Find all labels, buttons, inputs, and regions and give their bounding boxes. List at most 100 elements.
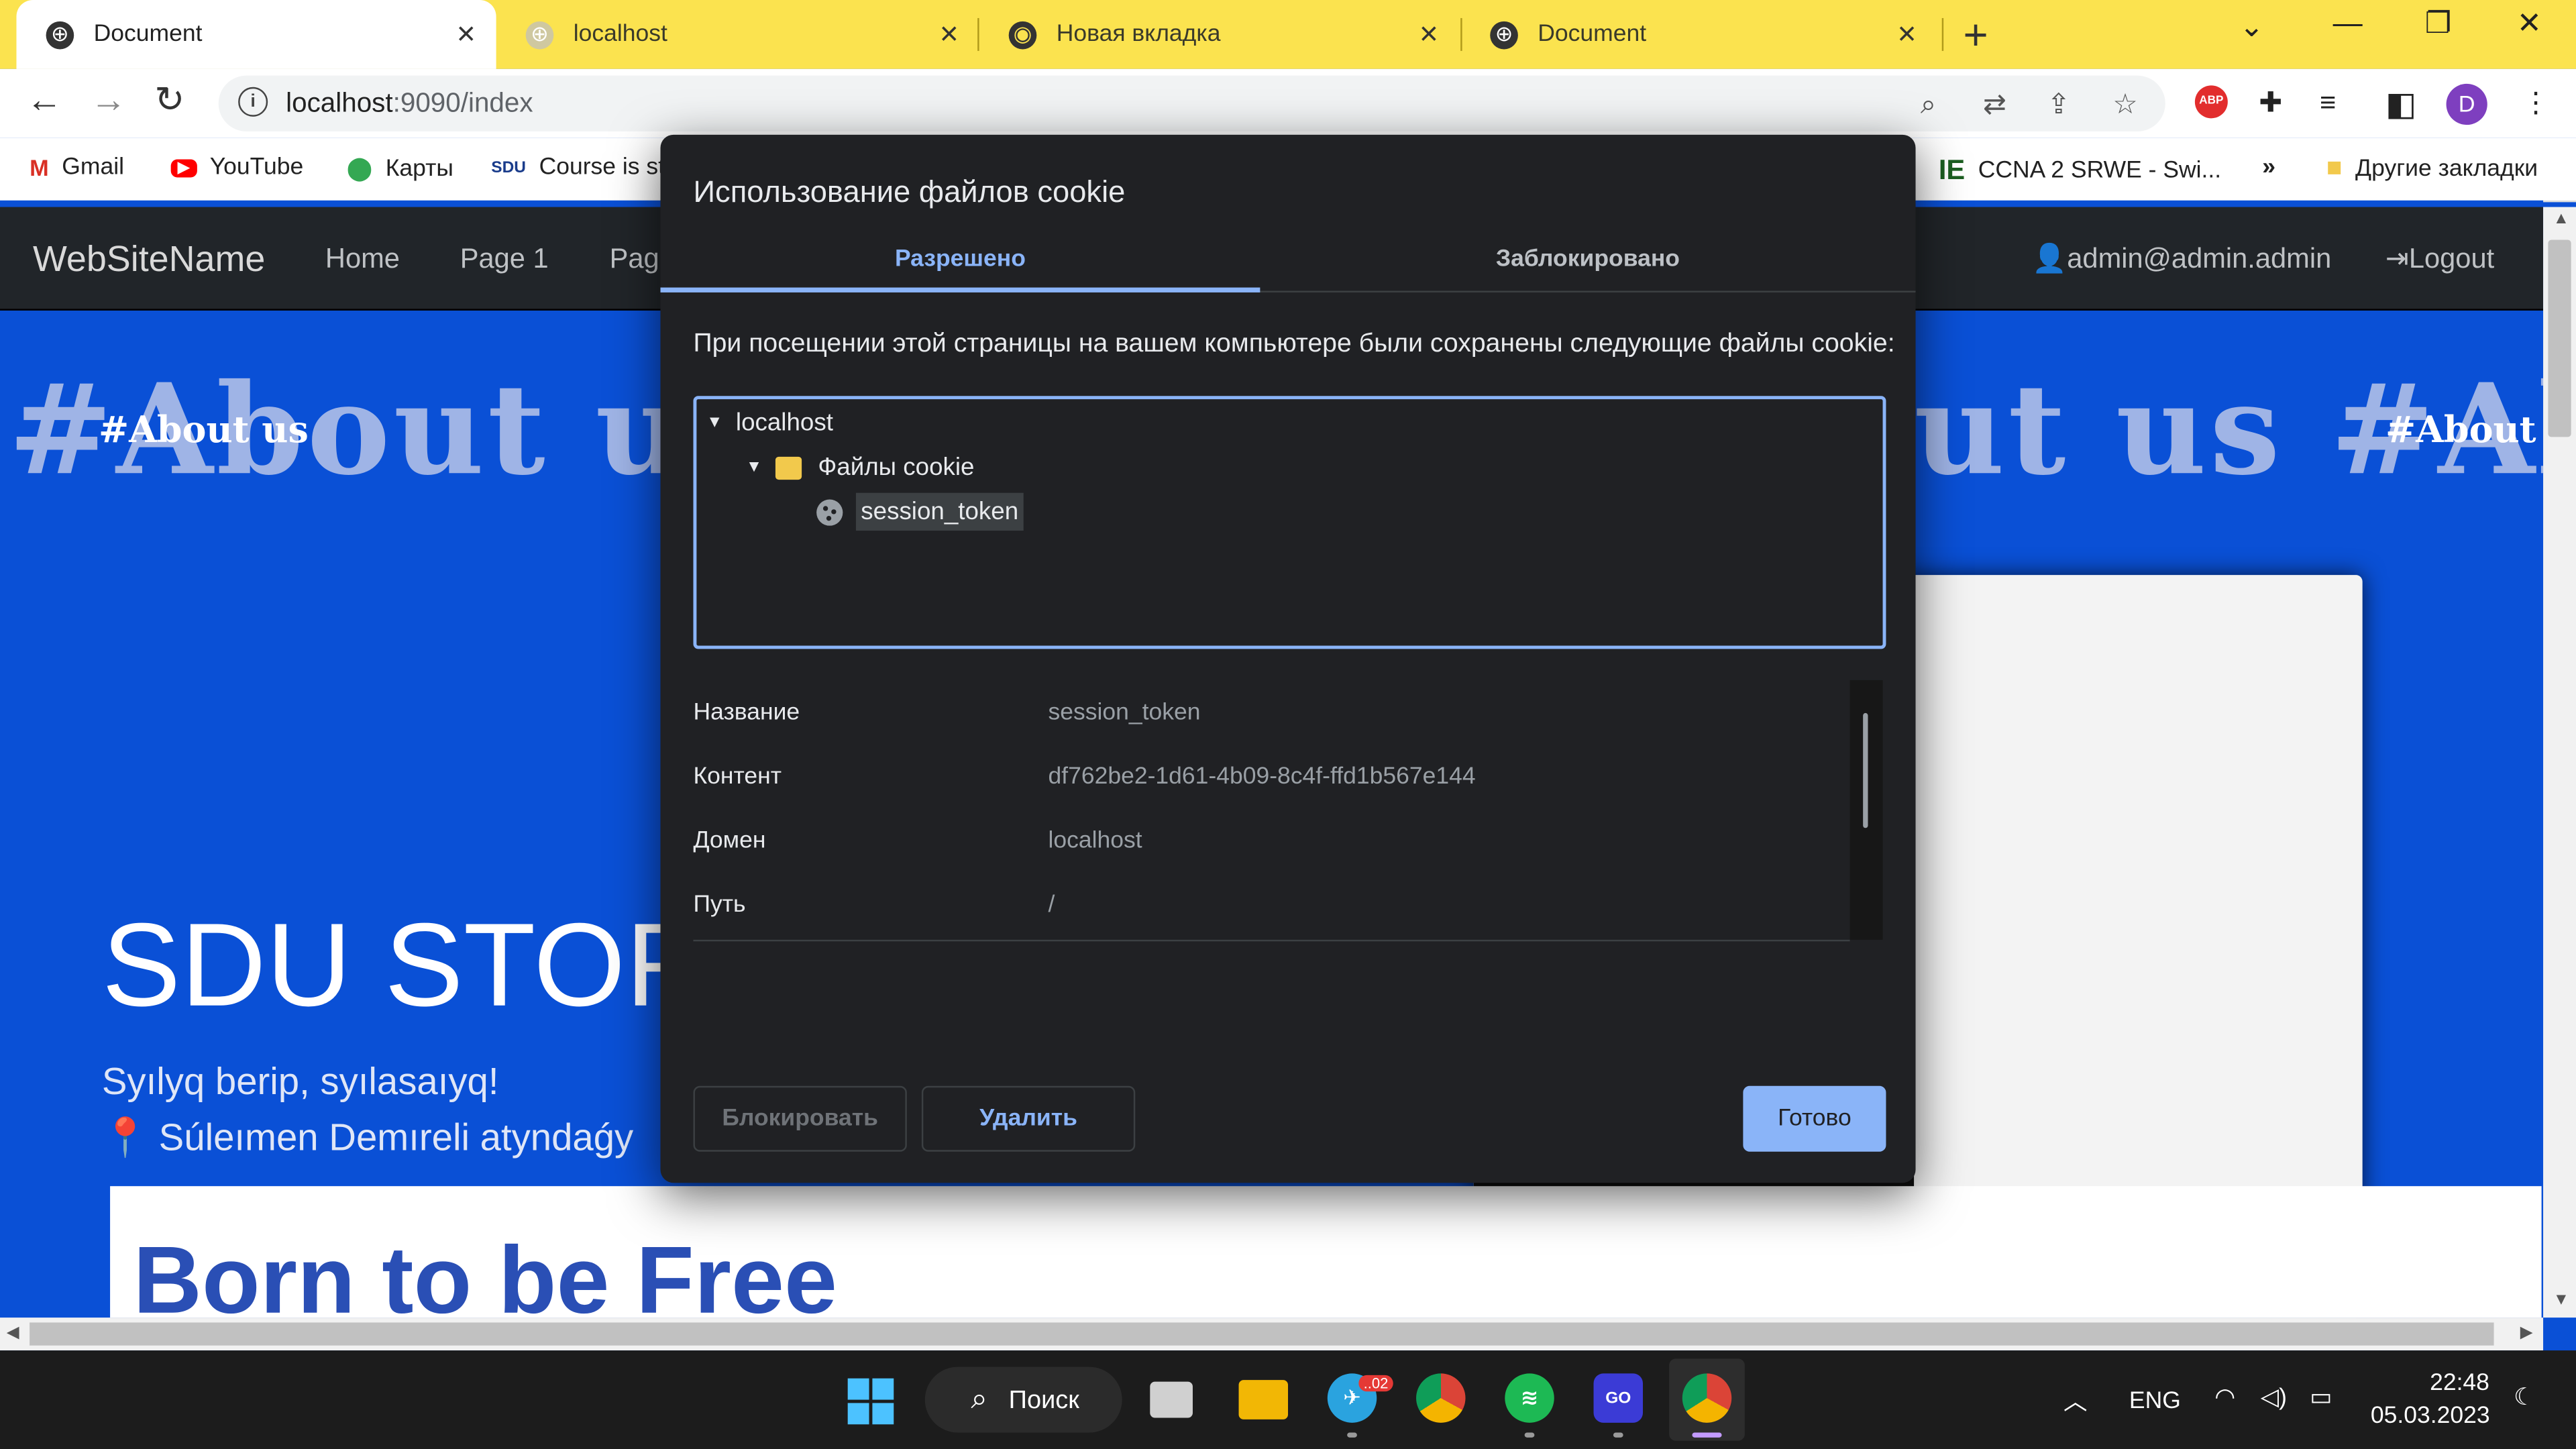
tab-search-chevron-icon[interactable]: ⌄ xyxy=(2239,10,2264,44)
task-view-icon[interactable] xyxy=(1150,1381,1193,1418)
chevrons-right-icon[interactable]: » xyxy=(2262,154,2275,180)
site-info-icon[interactable]: i xyxy=(238,87,268,117)
ie-icon: IE xyxy=(1938,154,1966,186)
nav-logout[interactable]: ⇥Logout xyxy=(2385,243,2494,276)
block-button[interactable]: Блокировать xyxy=(693,1085,907,1152)
bookmark-other-folder[interactable]: ■ Другие закладки xyxy=(2326,154,2538,184)
extensions-puzzle-icon[interactable]: ✚ xyxy=(2259,87,2282,120)
clock-time[interactable]: 22:48 xyxy=(2430,1370,2489,1396)
profile-avatar[interactable]: D xyxy=(2446,83,2487,125)
location-text: Súleımen Demıreli atyndaǵy xyxy=(158,1115,634,1159)
content-card: Born to be Free xyxy=(110,1186,2542,1318)
nav-user[interactable]: 👤admin@admin.admin xyxy=(2032,243,2331,276)
tree-host-node[interactable]: ▼ localhost xyxy=(706,409,833,437)
spotify-icon[interactable]: ≋ xyxy=(1505,1373,1554,1423)
new-tab-icon[interactable]: + xyxy=(1964,10,1988,61)
battery-icon[interactable]: ▭ xyxy=(2310,1385,2332,1411)
menu-kebab-icon[interactable]: ⋮ xyxy=(2522,87,2550,120)
folder-icon: ■ xyxy=(2326,154,2343,182)
windows-start-icon[interactable] xyxy=(847,1378,894,1425)
nav-page-1[interactable]: Page 1 xyxy=(460,243,549,276)
tab-document[interactable]: ⊕ Document ✕ xyxy=(1460,0,1940,69)
nav-page-2[interactable]: Pag xyxy=(610,243,659,276)
cookie-tree[interactable]: ▼ localhost ▼ Файлы cookie session_token xyxy=(693,396,1886,649)
window-close-icon[interactable]: ✕ xyxy=(2517,7,2542,41)
adblock-plus-icon[interactable]: ABP xyxy=(2194,85,2228,119)
search-icon[interactable]: ⌕ xyxy=(1921,89,1936,121)
restore-icon[interactable]: ❐ xyxy=(2425,7,2452,41)
file-explorer-icon[interactable] xyxy=(1238,1380,1289,1419)
detail-name-label: Название xyxy=(693,700,800,727)
vertical-scroll-thumb[interactable] xyxy=(2548,239,2571,437)
search-icon: ⌕ xyxy=(971,1381,988,1415)
bookmark-label: Course is st xyxy=(539,154,665,181)
side-panel-icon[interactable]: ◧ xyxy=(2385,84,2416,125)
tab-new-tab[interactable]: ◉ Новая вкладка ✕ xyxy=(979,0,1459,69)
scroll-up-icon[interactable]: ▲ xyxy=(2553,210,2569,228)
detail-content-value: df762be2-1d61-4b09-8c4f-ffd1b567e144 xyxy=(1048,763,1476,790)
bookmark-course[interactable]: SDU Course is st xyxy=(491,154,665,180)
delete-button[interactable]: Удалить xyxy=(921,1085,1136,1152)
horizontal-scrollbar[interactable]: ◀ ▶ xyxy=(0,1318,2544,1351)
details-scroll-thumb[interactable] xyxy=(1863,712,1868,828)
close-tab-icon[interactable]: ✕ xyxy=(455,19,476,50)
bookmark-star-icon[interactable]: ☆ xyxy=(2112,89,2137,121)
tab-localhost[interactable]: ⊕ localhost ✕ xyxy=(496,0,976,69)
bookmark-ccna[interactable]: IE CCNA 2 SRWE - Swi... xyxy=(1939,154,2221,187)
address-bar[interactable]: i localhost:9090/index ⌕ ⇄ ⇪ ☆ xyxy=(218,75,2165,131)
close-tab-icon[interactable]: ✕ xyxy=(1896,19,1917,50)
tab-allowed[interactable]: Разрешено xyxy=(660,246,1260,289)
translate-icon[interactable]: ⇄ xyxy=(1983,89,2006,121)
wifi-icon[interactable]: ◠ xyxy=(2214,1385,2235,1411)
horizontal-scroll-thumb[interactable] xyxy=(30,1322,2494,1346)
reload-icon[interactable]: ↻ xyxy=(154,79,184,122)
card-heading: Born to be Free xyxy=(133,1227,838,1318)
tree-cookie-label: session_token xyxy=(855,492,1024,531)
volume-icon[interactable]: ◁) xyxy=(2261,1385,2287,1411)
scroll-left-icon[interactable]: ◀ xyxy=(7,1324,19,1342)
bookmark-label: Карты xyxy=(385,155,453,182)
expand-triangle-icon[interactable]: ▼ xyxy=(706,414,722,432)
share-icon[interactable]: ⇪ xyxy=(2047,89,2070,121)
back-icon[interactable]: ← xyxy=(26,79,62,122)
bookmark-label: Другие закладки xyxy=(2355,156,2538,182)
tree-folder-node[interactable]: ▼ Файлы cookie xyxy=(746,453,975,482)
close-tab-icon[interactable]: ✕ xyxy=(938,19,959,50)
scroll-down-icon[interactable]: ▼ xyxy=(2553,1291,2569,1309)
close-tab-icon[interactable]: ✕ xyxy=(1419,19,1440,50)
nav-home[interactable]: Home xyxy=(325,243,400,276)
dialog-title: Использование файлов cookie xyxy=(693,174,1126,209)
site-brand[interactable]: WebSiteName xyxy=(33,238,265,281)
tray-chevron-icon[interactable]: ︿ xyxy=(2063,1383,2088,1417)
scroll-right-icon[interactable]: ▶ xyxy=(2520,1324,2533,1342)
bookmark-youtube[interactable]: ▶ YouTube xyxy=(170,154,303,180)
active-indicator xyxy=(1692,1432,1722,1438)
language-indicator[interactable]: ENG xyxy=(2129,1388,2181,1414)
globe-icon: ⊕ xyxy=(1490,20,1518,49)
details-scrollbar[interactable] xyxy=(1849,680,1883,940)
notifications-moon-icon[interactable]: ☾ xyxy=(2514,1385,2535,1411)
media-queue-icon[interactable]: ≡ xyxy=(2320,87,2336,120)
telegram-badge: ..02 xyxy=(1358,1375,1393,1392)
done-button[interactable]: Готово xyxy=(1743,1085,1886,1152)
goland-icon[interactable]: GO xyxy=(1593,1373,1643,1423)
forward-icon[interactable]: → xyxy=(91,79,127,122)
bookmark-gmail[interactable]: M Gmail xyxy=(30,154,124,180)
expand-triangle-icon[interactable]: ▼ xyxy=(746,458,762,476)
bookmark-maps[interactable]: ⬤ Карты xyxy=(347,154,453,182)
taskbar-search[interactable]: ⌕ Поиск xyxy=(924,1366,1122,1433)
cookie-icon xyxy=(816,498,843,525)
minimize-icon[interactable]: — xyxy=(2333,7,2363,41)
tab-document-active[interactable]: ⊕ Document ✕ xyxy=(16,0,496,69)
folder-icon xyxy=(775,455,802,479)
tree-cookie-node[interactable]: session_token xyxy=(816,492,1024,531)
vertical-scrollbar[interactable]: ▲ ▼ xyxy=(2543,207,2576,1318)
bookmark-label: CCNA 2 SRWE - Swi... xyxy=(1978,158,2222,184)
tab-blocked[interactable]: Заблокировано xyxy=(1260,246,1915,289)
address-text[interactable]: localhost:9090/index xyxy=(286,89,533,120)
clock-date[interactable]: 05.03.2023 xyxy=(2371,1403,2490,1429)
globe-icon: ⊕ xyxy=(525,20,554,49)
chrome-icon[interactable] xyxy=(1416,1373,1466,1423)
location-pin-icon: 📍 xyxy=(101,1115,149,1159)
chrome-profile-icon[interactable] xyxy=(1682,1373,1732,1423)
